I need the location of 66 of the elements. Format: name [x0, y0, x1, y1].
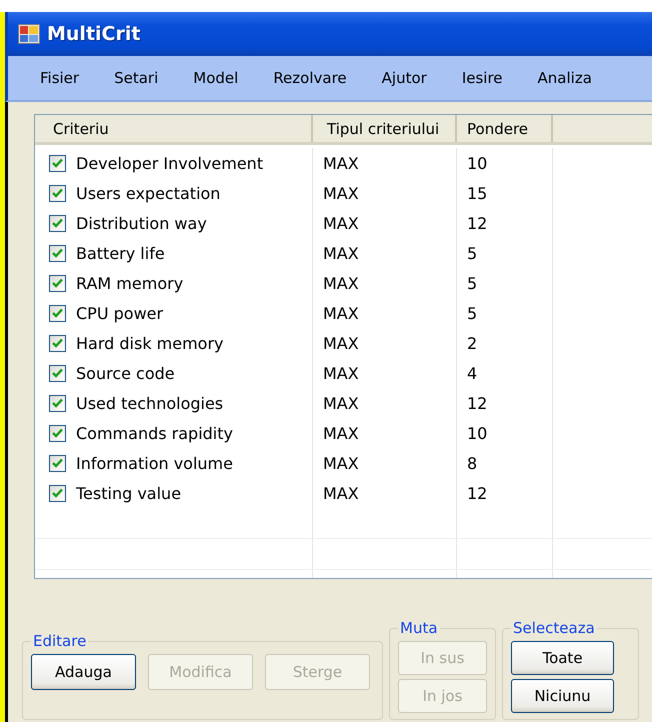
menu-item[interactable]: Fisier [22, 69, 96, 87]
group-title: Selecteaza [512, 619, 596, 637]
table-cell: 15 [467, 184, 488, 202]
table-cell: 4 [467, 364, 478, 382]
table-cell: Hard disk memory [76, 334, 224, 352]
column-header[interactable]: Tipul criteriului [313, 115, 457, 142]
table-cell: MAX [323, 244, 359, 262]
table-cell: MAX [323, 274, 359, 292]
table-cell: Battery life [76, 244, 165, 262]
checkbox[interactable] [49, 274, 66, 292]
menu-item[interactable]: Setari [96, 69, 176, 87]
group-title: Editare [32, 632, 88, 650]
group-title: Muta [399, 619, 439, 637]
checkbox[interactable] [49, 364, 66, 382]
table-cell: 5 [467, 274, 478, 292]
checkbox[interactable] [49, 244, 66, 262]
table-cell: 12 [467, 394, 488, 412]
button[interactable]: Adauga [31, 654, 136, 690]
table-cell: Commands rapidity [76, 424, 233, 442]
table-cell: MAX [323, 364, 359, 382]
app-icon [18, 24, 40, 44]
menu-item[interactable]: Ajutor [364, 69, 444, 87]
menu-item[interactable]: Analiza [520, 69, 609, 87]
table-cell: 5 [467, 244, 478, 262]
table-cell: Information volume [76, 454, 233, 472]
table-cell: 8 [467, 454, 478, 472]
button[interactable]: Niciunu [511, 679, 614, 713]
table-cell: Testing value [76, 484, 182, 502]
checkbox[interactable] [49, 484, 66, 502]
checkbox[interactable] [49, 334, 66, 352]
checkbox[interactable] [49, 424, 66, 442]
menu-item[interactable]: Iesire [444, 69, 520, 87]
column-header[interactable]: Pondere [457, 115, 553, 142]
table-cell: MAX [323, 304, 359, 322]
table-cell: MAX [323, 214, 359, 232]
table-cell: Distribution way [76, 214, 207, 232]
table-cell: MAX [323, 394, 359, 412]
checkbox[interactable] [49, 454, 66, 472]
checkbox[interactable] [49, 394, 66, 412]
table-cell: CPU power [76, 304, 164, 322]
button[interactable]: Toate [511, 641, 614, 675]
table-cell: 5 [467, 304, 478, 322]
checkbox[interactable] [49, 214, 66, 232]
table-cell: MAX [323, 454, 359, 472]
table-cell: RAM memory [76, 274, 184, 292]
table-cell: MAX [323, 484, 359, 502]
table-cell: MAX [323, 184, 359, 202]
window-title: MultiCrit [47, 23, 140, 45]
table-cell: MAX [323, 334, 359, 352]
checkbox[interactable] [49, 154, 66, 172]
checkbox[interactable] [49, 184, 66, 202]
table-cell: MAX [323, 424, 359, 442]
table-cell: 2 [467, 334, 478, 352]
table-cell: Users expectation [76, 184, 220, 202]
table-cell: MAX [323, 154, 359, 172]
table-cell: Developer Involvement [76, 154, 264, 172]
table-cell: 10 [467, 154, 488, 172]
table-cell: Source code [76, 364, 175, 382]
menu-item[interactable]: Rezolvare [255, 69, 364, 87]
table-cell: 10 [467, 424, 488, 442]
table-cell: 12 [467, 484, 488, 502]
table-cell: 12 [467, 214, 488, 232]
checkbox[interactable] [49, 304, 66, 322]
menu-item[interactable]: Model [175, 69, 256, 87]
table-cell: Used technologies [76, 394, 224, 412]
column-header[interactable]: Criteriu [35, 115, 313, 142]
